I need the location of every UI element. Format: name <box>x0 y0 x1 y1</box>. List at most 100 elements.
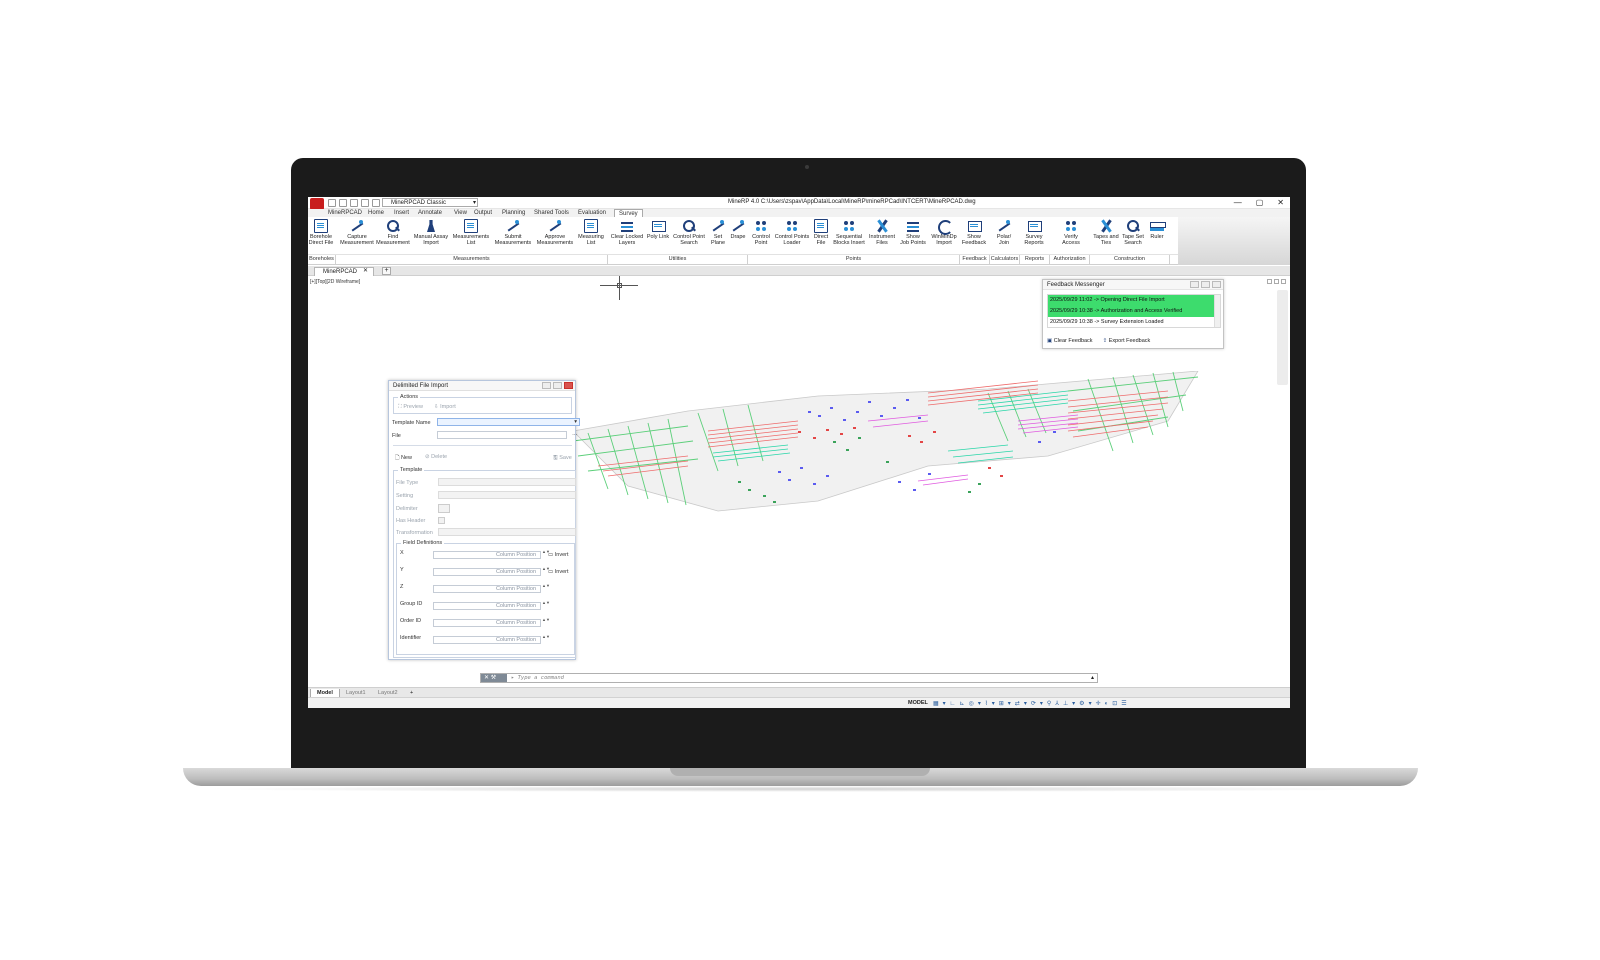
control-point-search-button[interactable]: Control Point Search <box>670 217 708 253</box>
viewport-minimize-icon[interactable] <box>1267 279 1272 284</box>
invert-y-checkbox[interactable]: ▭ Invert <box>548 569 569 575</box>
tab-evaluation[interactable]: Evaluation <box>578 209 606 217</box>
delete-template-button[interactable]: ⊘ Delete <box>425 454 447 460</box>
feedback-maximize-button[interactable] <box>1201 281 1210 288</box>
survey-reports-button[interactable]: Survey Reports <box>1020 217 1048 253</box>
feedback-minimize-button[interactable] <box>1190 281 1199 288</box>
polar-join-button[interactable]: Polar/ Join <box>992 217 1016 253</box>
tab-insert[interactable]: Insert <box>394 209 409 217</box>
close-icon[interactable]: ✕ <box>363 267 368 275</box>
verify-access-button[interactable]: Verify Access <box>1052 217 1090 253</box>
transformation-select[interactable] <box>438 528 576 536</box>
template-name-select[interactable]: ▾ <box>437 418 580 426</box>
approve-measurements-button[interactable]: Approve Measurements <box>534 217 576 253</box>
file-type-select[interactable] <box>438 478 576 486</box>
file-input[interactable] <box>437 431 567 439</box>
feedback-message[interactable]: 2025/09/29 11:02 -> Opening Direct File … <box>1048 295 1220 306</box>
field-identifier-stepper[interactable]: ▲▼ <box>542 633 550 647</box>
field-x-stepper[interactable]: ▲▼ <box>542 548 550 562</box>
command-line-buttons[interactable]: ✕ ⚒ <box>481 674 507 682</box>
feedback-close-button[interactable] <box>1212 281 1221 288</box>
workspace-select[interactable]: MineRPCAD Classic <box>382 198 478 207</box>
winmindp-import-button[interactable]: WinMinDp Import <box>928 217 960 253</box>
viewport-label[interactable]: [+][Top][2D Wireframe] <box>310 279 360 285</box>
dialog-minimize-button[interactable] <box>542 382 551 389</box>
sequential-blocks-insert-button[interactable]: Sequential Blocks Insert <box>830 217 868 253</box>
preview-button[interactable]: ⛶ Preview <box>398 404 423 411</box>
tab-home[interactable]: Home <box>368 209 384 217</box>
manual-assay-import-button[interactable]: Manual Assay Import <box>412 217 450 253</box>
tab-planning[interactable]: Planning <box>502 209 525 217</box>
drape-button[interactable]: Drape <box>728 217 748 253</box>
feedback-message-list[interactable]: 2025/09/29 11:02 -> Opening Direct File … <box>1047 294 1221 328</box>
add-layout-button[interactable]: + <box>404 689 419 697</box>
tab-layout2[interactable]: Layout2 <box>372 689 404 697</box>
setting-select[interactable] <box>438 491 576 499</box>
field-z-input[interactable]: Column Position <box>433 585 541 593</box>
find-measurement-button[interactable]: Find Measurement <box>374 217 412 253</box>
field-group-id-stepper[interactable]: ▲▼ <box>542 599 550 613</box>
close-button[interactable]: ✕ <box>1277 197 1284 208</box>
command-history-chevron-icon[interactable]: ▴ <box>1091 674 1094 682</box>
clear-feedback-button[interactable]: ▣ Clear Feedback <box>1047 338 1093 344</box>
tab-minerpcad[interactable]: MineRPCAD <box>328 209 362 217</box>
show-job-points-button[interactable]: Show Job Points <box>898 217 928 253</box>
undo-icon[interactable] <box>350 199 358 207</box>
viewport-close-icon[interactable] <box>1281 279 1286 284</box>
command-input[interactable]: ▸ Type a command <box>511 674 564 682</box>
set-plane-button[interactable]: Set Plane <box>708 217 728 253</box>
maximize-button[interactable]: ▢ <box>1256 197 1264 208</box>
tab-output[interactable]: Output <box>474 209 492 217</box>
feedback-message[interactable]: 2025/09/29 10:38 -> Survey Extension Loa… <box>1048 317 1220 328</box>
redo-icon[interactable] <box>361 199 369 207</box>
dialog-close-button[interactable] <box>564 382 573 389</box>
save-template-button[interactable]: 🖫 Save <box>553 454 572 463</box>
field-x-input[interactable]: Column Position <box>433 551 541 559</box>
field-order-id-stepper[interactable]: ▲▼ <box>542 616 550 630</box>
new-template-button[interactable]: 🗋 New <box>395 454 412 463</box>
submit-measurements-button[interactable]: Submit Measurements <box>492 217 534 253</box>
measuring-list-button[interactable]: Measuring List <box>576 217 606 253</box>
export-feedback-button[interactable]: ⇪ Export Feedback <box>1103 338 1151 344</box>
status-toolbar-icons[interactable]: ▦▾∟⊾◎▾⌇▾⊞▾⇄▾⟳▾⚲⅄⊥▾⚙▾✛◐⊡☰ <box>933 700 1131 707</box>
add-tab-button[interactable]: + <box>382 267 391 275</box>
field-group-id-input[interactable]: Column Position <box>433 602 541 610</box>
feedback-scrollbar[interactable] <box>1214 295 1220 327</box>
viewport-restore-icon[interactable] <box>1274 279 1279 284</box>
navigation-bar[interactable] <box>1277 290 1288 385</box>
field-y-input[interactable]: Column Position <box>433 568 541 576</box>
control-point-button[interactable]: Control Point <box>750 217 772 253</box>
field-y-stepper[interactable]: ▲▼ <box>542 565 550 579</box>
open-icon[interactable] <box>328 199 336 207</box>
import-button[interactable]: ⇩ Import <box>434 404 456 410</box>
plot-icon[interactable] <box>372 199 380 207</box>
minimize-button[interactable]: — <box>1234 197 1242 208</box>
dialog-maximize-button[interactable] <box>553 382 562 389</box>
tab-view[interactable]: View <box>454 209 467 217</box>
ruler-button[interactable]: Ruler <box>1146 217 1168 253</box>
poly-link-button[interactable]: Poly Link <box>645 217 671 253</box>
show-feedback-button[interactable]: Show Feedback <box>960 217 988 253</box>
direct-file-button[interactable]: Direct File <box>812 217 830 253</box>
field-identifier-input[interactable]: Column Position <box>433 636 541 644</box>
field-order-id-input[interactable]: Column Position <box>433 619 541 627</box>
save-icon[interactable] <box>339 199 347 207</box>
control-points-loader-button[interactable]: Control Points Loader <box>772 217 812 253</box>
tab-annotate[interactable]: Annotate <box>418 209 442 217</box>
clear-locked-layers-button[interactable]: Clear Locked Layers <box>608 217 646 253</box>
capture-measurement-button[interactable]: Capture Measurement <box>338 217 376 253</box>
feedback-message[interactable]: 2025/09/29 10:38 -> Authorization and Ac… <box>1048 306 1220 317</box>
delimiter-field[interactable] <box>438 504 450 513</box>
model-space-toggle[interactable]: MODEL <box>908 700 928 706</box>
borehole-direct-file-button[interactable]: Borehole Direct File <box>308 217 334 253</box>
tab-layout1[interactable]: Layout1 <box>340 689 372 697</box>
has-header-checkbox[interactable] <box>438 517 445 524</box>
invert-x-checkbox[interactable]: ▭ Invert <box>548 552 569 558</box>
field-z-stepper[interactable]: ▲▼ <box>542 582 550 596</box>
browse-button[interactable]: … <box>572 431 578 437</box>
tab-shared-tools[interactable]: Shared Tools <box>534 209 569 217</box>
measurements-list-button[interactable]: Measurements List <box>450 217 492 253</box>
tapes-and-ties-button[interactable]: Tapes and Ties <box>1092 217 1120 253</box>
tape-set-search-button[interactable]: Tape Set Search <box>1120 217 1146 253</box>
instrument-files-button[interactable]: Instrument Files <box>866 217 898 253</box>
